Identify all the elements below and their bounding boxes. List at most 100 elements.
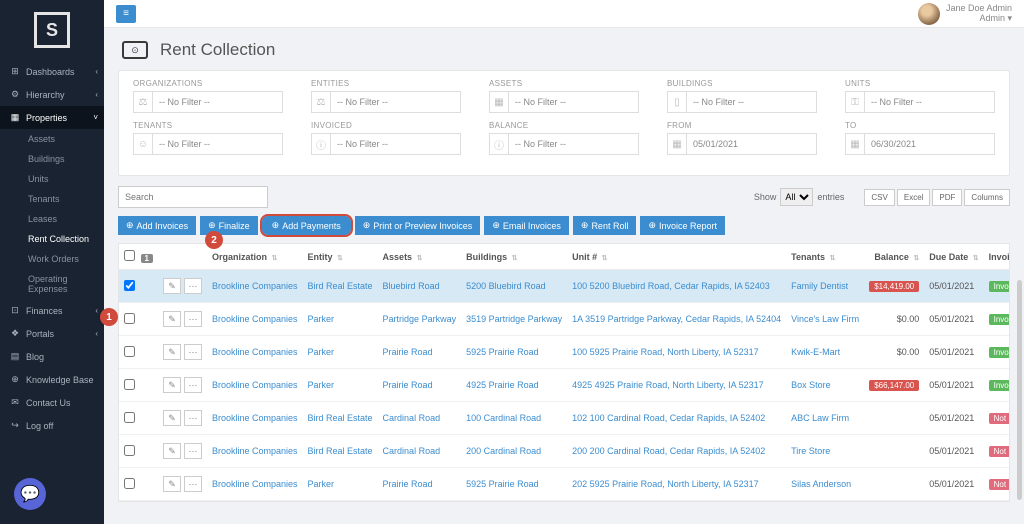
entity-link[interactable]: Bird Real Estate [308, 281, 373, 291]
col-Balance[interactable]: Balance ⇅ [864, 244, 924, 270]
nav-sub-assets[interactable]: Assets [0, 129, 104, 149]
edit-button[interactable]: ✎ [163, 476, 181, 492]
asset-link[interactable]: Prairie Road [383, 380, 433, 390]
action-email-invoices[interactable]: ⊕ Email Invoices [484, 216, 569, 235]
more-button[interactable]: ⋯ [184, 278, 202, 294]
scrollbar[interactable] [1017, 280, 1022, 500]
filter-input[interactable]: ☺ [133, 133, 283, 155]
row-checkbox[interactable] [124, 478, 135, 489]
row-checkbox[interactable] [124, 346, 135, 357]
edit-button[interactable]: ✎ [163, 278, 181, 294]
nav-blog[interactable]: ▤Blog [0, 345, 104, 368]
action-add-invoices[interactable]: ⊕ Add Invoices [118, 216, 196, 235]
tenant-link[interactable]: Family Dentist [791, 281, 848, 291]
building-link[interactable]: 4925 Prairie Road [466, 380, 539, 390]
export-excel[interactable]: Excel [897, 189, 931, 206]
action-invoice-report[interactable]: ⊕ Invoice Report [640, 216, 725, 235]
unit-link[interactable]: 100 5925 Prairie Road, North Liberty, IA… [572, 347, 758, 357]
more-button[interactable]: ⋯ [184, 410, 202, 426]
select-all[interactable] [124, 250, 135, 261]
col-Buildings[interactable]: Buildings ⇅ [461, 244, 567, 270]
entity-link[interactable]: Parker [308, 479, 335, 489]
action-add-payments[interactable]: ⊕ Add Payments [262, 216, 351, 235]
more-button[interactable]: ⋯ [184, 476, 202, 492]
col-Organization[interactable]: Organization ⇅ [207, 244, 303, 270]
edit-button[interactable]: ✎ [163, 311, 181, 327]
filter-input[interactable]: ⚖ [133, 91, 283, 113]
nav-hierarchy[interactable]: ⚙Hierarchy‹ [0, 83, 104, 106]
org-link[interactable]: Brookline Companies [212, 347, 298, 357]
action-rent-roll[interactable]: ⊕ Rent Roll [573, 216, 637, 235]
user-menu[interactable]: Jane Doe Admin Admin ▾ [918, 3, 1012, 25]
entity-link[interactable]: Bird Real Estate [308, 413, 373, 423]
invoice-badge[interactable]: Not Invoiced [989, 413, 1010, 424]
nav-sub-tenants[interactable]: Tenants [0, 189, 104, 209]
nav-sub-operating-expenses[interactable]: Operating Expenses [0, 269, 104, 299]
org-link[interactable]: Brookline Companies [212, 380, 298, 390]
unit-link[interactable]: 100 5200 Bluebird Road, Cedar Rapids, IA… [572, 281, 770, 291]
more-button[interactable]: ⋯ [184, 443, 202, 459]
invoice-badge[interactable]: Invoice #26972 [989, 314, 1010, 325]
edit-button[interactable]: ✎ [163, 344, 181, 360]
invoice-badge[interactable]: Invoice #26973 [989, 347, 1010, 358]
nav-dashboards[interactable]: ⊞Dashboards‹ [0, 60, 104, 83]
filter-input[interactable]: ⚖ [311, 91, 461, 113]
filter-input[interactable]: ⚿ [845, 91, 995, 113]
row-checkbox[interactable] [124, 379, 135, 390]
export-csv[interactable]: CSV [864, 189, 894, 206]
edit-button[interactable]: ✎ [163, 377, 181, 393]
nav-log-off[interactable]: ↪Log off [0, 414, 104, 437]
tenant-link[interactable]: Tire Store [791, 446, 830, 456]
unit-link[interactable]: 4925 4925 Prairie Road, North Liberty, I… [572, 380, 763, 390]
filter-input[interactable]: ▦ [489, 91, 639, 113]
col-Due Date[interactable]: Due Date ⇅ [924, 244, 983, 270]
entries-select[interactable]: All [780, 188, 813, 206]
unit-link[interactable]: 102 100 Cardinal Road, Cedar Rapids, IA … [572, 413, 765, 423]
entity-link[interactable]: Bird Real Estate [308, 446, 373, 456]
tenant-link[interactable]: Vince's Law Firm [791, 314, 859, 324]
org-link[interactable]: Brookline Companies [212, 446, 298, 456]
nav-sub-leases[interactable]: Leases [0, 209, 104, 229]
menu-toggle[interactable]: ≡ [116, 5, 136, 23]
more-button[interactable]: ⋯ [184, 311, 202, 327]
row-checkbox[interactable] [124, 412, 135, 423]
asset-link[interactable]: Partridge Parkway [383, 314, 457, 324]
col-check[interactable] [158, 244, 207, 270]
entity-link[interactable]: Parker [308, 347, 335, 357]
invoice-badge[interactable]: Not Invoiced [989, 479, 1010, 490]
col-check[interactable]: 1 [119, 244, 158, 270]
building-link[interactable]: 5200 Bluebird Road [466, 281, 546, 291]
nav-sub-work-orders[interactable]: Work Orders [0, 249, 104, 269]
col-Unit #[interactable]: Unit # ⇅ [567, 244, 786, 270]
nav-portals[interactable]: ❖Portals‹ [0, 322, 104, 345]
org-link[interactable]: Brookline Companies [212, 314, 298, 324]
nav-contact-us[interactable]: ✉Contact Us [0, 391, 104, 414]
building-link[interactable]: 200 Cardinal Road [466, 446, 541, 456]
building-link[interactable]: 5925 Prairie Road [466, 479, 539, 489]
row-checkbox[interactable] [124, 313, 135, 324]
tenant-link[interactable]: Silas Anderson [791, 479, 851, 489]
nav-sub-units[interactable]: Units [0, 169, 104, 189]
asset-link[interactable]: Bluebird Road [383, 281, 440, 291]
asset-link[interactable]: Cardinal Road [383, 413, 441, 423]
unit-link[interactable]: 1A 3519 Partridge Parkway, Cedar Rapids,… [572, 314, 781, 324]
search-input[interactable] [118, 186, 268, 208]
col-Invoices[interactable]: Invoices ⇅ [984, 244, 1010, 270]
tenant-link[interactable]: Box Store [791, 380, 831, 390]
row-checkbox[interactable] [124, 280, 135, 291]
tenant-link[interactable]: Kwik-E-Mart [791, 347, 840, 357]
nav-finances[interactable]: ⊡Finances‹ [0, 299, 104, 322]
row-checkbox[interactable] [124, 445, 135, 456]
unit-link[interactable]: 202 5925 Prairie Road, North Liberty, IA… [572, 479, 758, 489]
edit-button[interactable]: ✎ [163, 410, 181, 426]
nav-sub-rent-collection[interactable]: Rent Collection [0, 229, 104, 249]
asset-link[interactable]: Prairie Road [383, 347, 433, 357]
filter-input[interactable]: ⓘ [489, 133, 639, 155]
invoice-badge[interactable]: Invoice #26971 [989, 281, 1010, 292]
building-link[interactable]: 100 Cardinal Road [466, 413, 541, 423]
invoice-badge[interactable]: Invoice #26974 [989, 380, 1010, 391]
filter-input[interactable]: ▦ [667, 133, 817, 155]
col-Entity[interactable]: Entity ⇅ [303, 244, 378, 270]
org-link[interactable]: Brookline Companies [212, 413, 298, 423]
org-link[interactable]: Brookline Companies [212, 281, 298, 291]
